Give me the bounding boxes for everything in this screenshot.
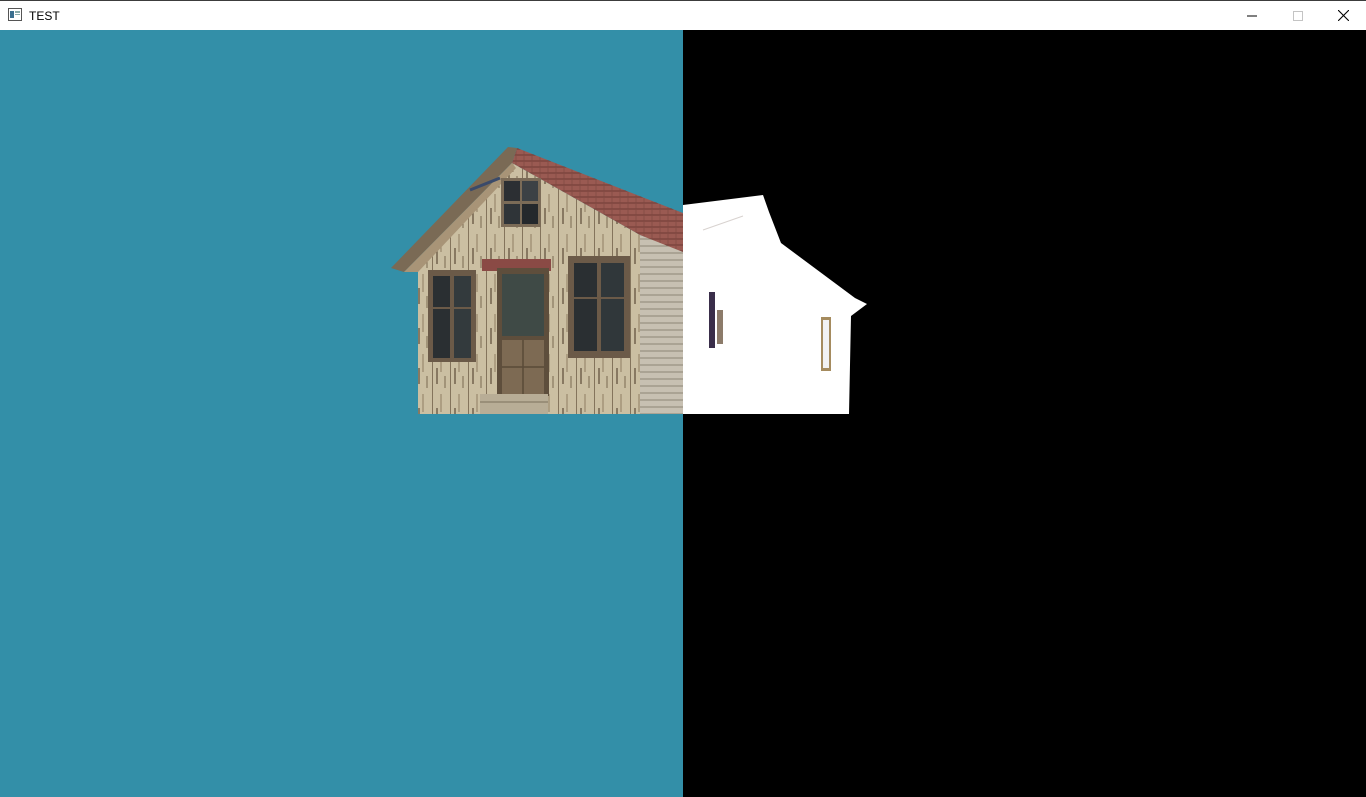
minimize-icon — [1247, 15, 1257, 16]
app-icon — [8, 8, 22, 21]
title-bar[interactable]: TEST — [0, 0, 1366, 30]
maximize-button[interactable] — [1275, 1, 1321, 30]
window-title: TEST — [29, 9, 60, 23]
close-button[interactable] — [1320, 1, 1366, 30]
close-icon — [1337, 10, 1349, 21]
white-house-silhouette — [683, 195, 867, 414]
textured-house — [391, 147, 683, 414]
minimize-button[interactable] — [1229, 1, 1275, 30]
left-render-pane — [0, 30, 683, 797]
app-window: TEST — [0, 0, 1366, 797]
render-viewport[interactable] — [0, 30, 1366, 797]
maximize-icon — [1293, 10, 1303, 21]
right-render-pane — [683, 30, 1366, 797]
